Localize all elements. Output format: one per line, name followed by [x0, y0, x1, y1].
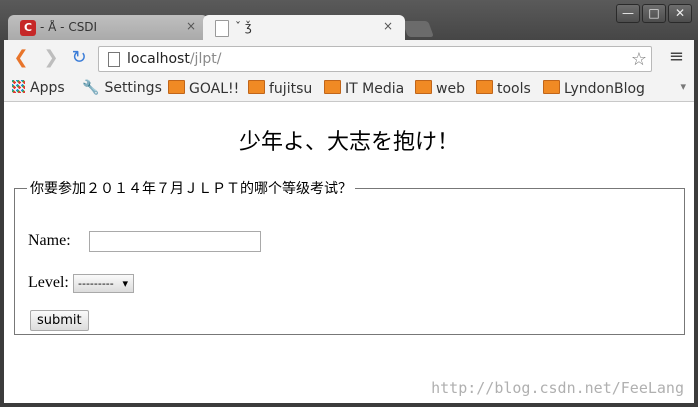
bookmark-apps[interactable]: Apps [12, 80, 65, 96]
dropdown-arrow-icon: ▾ [122, 277, 128, 290]
form-legend: 你要参加２０１４年７月ＪＬＰＴ的哪个等级考试？ [30, 181, 352, 197]
new-tab-button[interactable] [402, 21, 434, 37]
level-label: Level: [28, 274, 69, 291]
folder-icon [324, 80, 341, 94]
menu-icon[interactable]: ≡ [669, 48, 684, 66]
bookmark-it-media[interactable]: IT Media [324, 80, 404, 97]
name-input[interactable] [89, 231, 261, 252]
bookmark-tools[interactable]: tools [476, 80, 531, 97]
name-label: Name: [28, 232, 71, 249]
address-bar[interactable]: localhost/jlpt/ ☆ [98, 46, 652, 72]
forward-button[interactable]: ❯ [40, 48, 62, 68]
level-select[interactable]: --------- ▾ [73, 274, 134, 293]
bookmarks-bar: Apps 🔧 Settings GOAL!! fujitsu IT Media w… [4, 76, 694, 102]
bookmark-fujitsu[interactable]: fujitsu [248, 80, 312, 97]
bookmark-label: tools [497, 81, 531, 97]
watermark-text: http://blog.csdn.net/FeeLang [431, 379, 684, 397]
tab-close-icon[interactable]: × [383, 19, 393, 33]
bookmark-lyndonblog[interactable]: LyndonBlog [543, 80, 645, 97]
reload-button[interactable]: ↻ [68, 48, 90, 68]
bookmark-label: IT Media [345, 81, 405, 97]
bookmark-label: LyndonBlog [564, 81, 645, 97]
folder-icon [248, 80, 265, 94]
wrench-icon: 🔧 [82, 80, 100, 96]
bookmarks-overflow-icon[interactable]: ▾ [680, 80, 686, 93]
bookmark-label: web [436, 81, 465, 97]
level-row: Level: --------- ▾ [28, 274, 134, 293]
back-button[interactable]: ❮ [10, 48, 32, 68]
tab-close-icon[interactable]: × [186, 19, 196, 33]
folder-icon [476, 80, 493, 94]
tab-title: ˇ ǯ [235, 20, 252, 34]
tab-title: - Å - CSDI [40, 20, 98, 34]
bookmark-settings[interactable]: 🔧 Settings [82, 80, 162, 96]
bookmark-label: Settings [104, 80, 162, 96]
bookmark-label: GOAL!! [189, 81, 240, 97]
maximize-button[interactable]: □ [642, 4, 666, 23]
bookmark-star-icon[interactable]: ☆ [631, 49, 647, 70]
tab-active[interactable]: ˇ ǯ × [203, 15, 405, 41]
bookmark-label: fujitsu [269, 81, 313, 97]
csdn-favicon-icon: C [20, 20, 36, 36]
folder-icon [543, 80, 560, 94]
bookmark-label: Apps [30, 80, 65, 96]
browser-window: C - Å - CSDI × ˇ ǯ × — □ ✕ ❮ ❯ ↻ localho… [0, 0, 698, 407]
folder-icon [415, 80, 432, 94]
bookmark-web[interactable]: web [415, 80, 465, 97]
page-icon [108, 52, 120, 67]
bookmark-goal[interactable]: GOAL!! [168, 80, 239, 97]
name-row: Name: [28, 231, 261, 252]
level-selected-value: --------- [78, 277, 114, 290]
apps-grid-icon [12, 80, 25, 93]
tab-strip: C - Å - CSDI × ˇ ǯ × — □ ✕ [0, 0, 698, 41]
url-path: /jlpt/ [189, 51, 222, 67]
page-favicon-icon [215, 20, 229, 37]
close-window-button[interactable]: ✕ [668, 4, 692, 23]
page-headline: 少年よ、大志を抱け！ [238, 130, 459, 155]
minimize-button[interactable]: — [616, 4, 640, 23]
tab-csdn[interactable]: C - Å - CSDI × [8, 15, 208, 41]
browser-toolbar: ❮ ❯ ↻ localhost/jlpt/ ☆ ≡ [4, 40, 694, 76]
page-content: 少年よ、大志を抱け！ 你要参加２０１４年７月ＪＬＰＴ的哪个等级考试？ Name:… [4, 102, 694, 403]
window-controls: — □ ✕ [616, 4, 692, 23]
submit-button[interactable]: submit [30, 310, 89, 331]
folder-icon [168, 80, 185, 94]
url-text[interactable]: localhost/jlpt/ [127, 51, 221, 67]
jlpt-form: 你要参加２０１４年７月ＪＬＰＴ的哪个等级考试？ Name: Level: ---… [14, 178, 685, 335]
url-host: localhost [127, 51, 190, 67]
